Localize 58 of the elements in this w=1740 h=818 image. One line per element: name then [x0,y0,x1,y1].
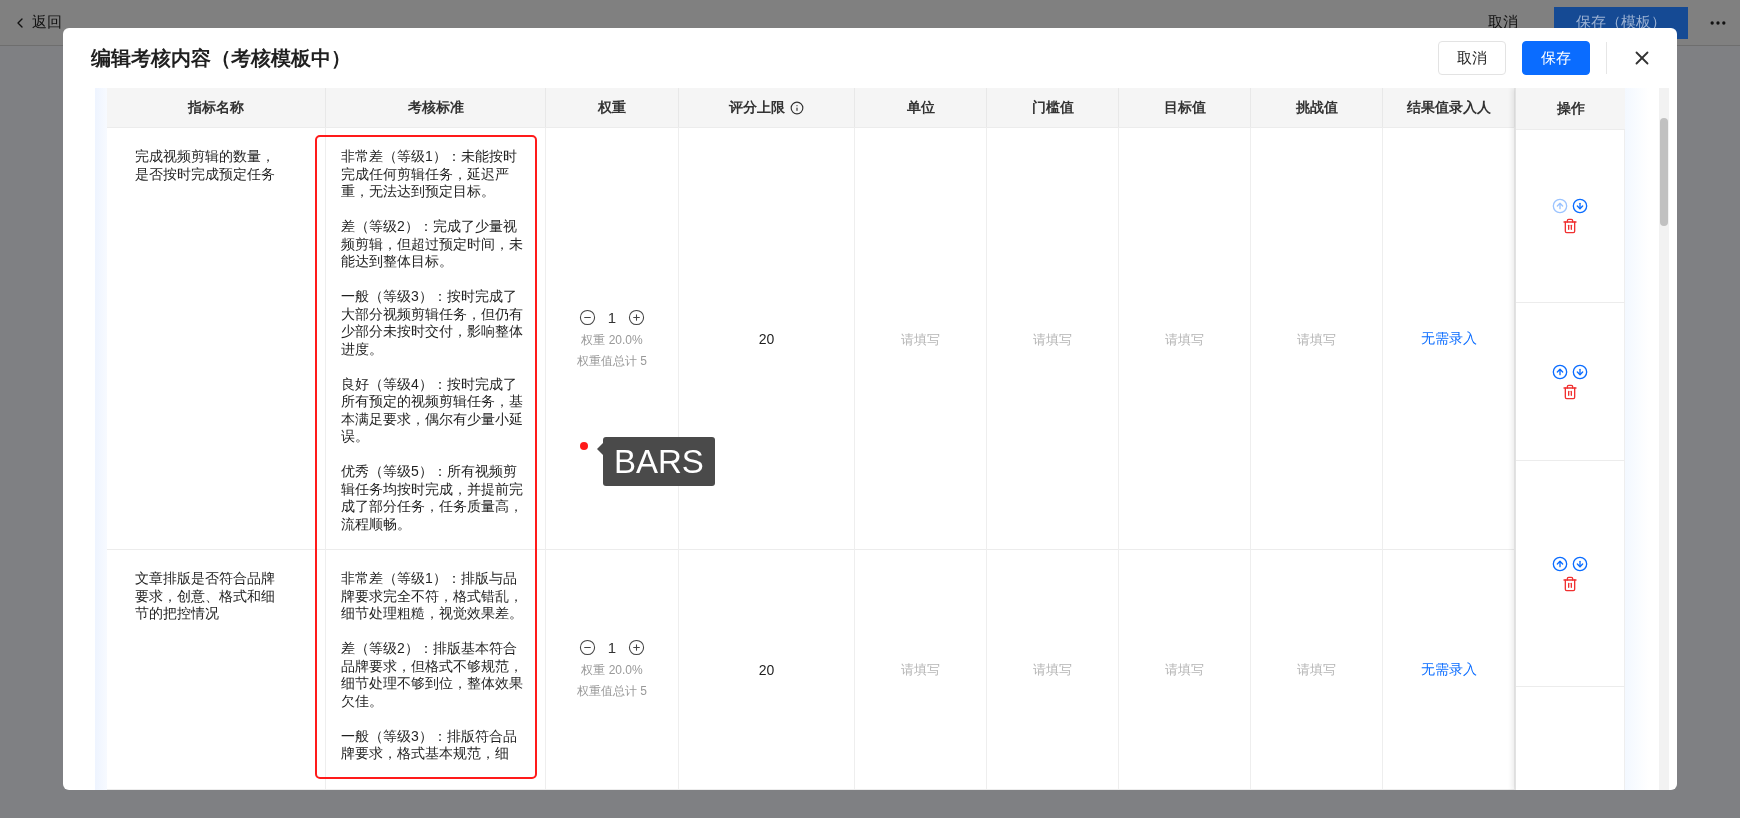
move-up-icon[interactable] [1552,363,1568,380]
input-field[interactable]: 请填写 [1007,330,1098,348]
column-header: 目标值 [1163,98,1206,117]
weight-value: 1 [607,308,617,326]
score-max-value: 20 [758,661,775,678]
minus-icon[interactable] [578,308,596,326]
weight-percent: 权重 20.0% [581,331,643,349]
weight-total: 权重值总计 5 [577,352,647,370]
column-header: 指标名称 [188,98,244,117]
delete-icon[interactable] [1562,218,1578,234]
column-header: 权重 [598,98,626,117]
info-icon[interactable] [790,100,804,115]
move-down-icon[interactable] [1572,363,1588,380]
indicator-name: 文章排版是否符合品牌要求，创意、格式和细节的把控情况 [135,570,276,623]
back-link[interactable]: 返回 [12,13,62,32]
weight-value: 1 [607,639,617,656]
no-entry-link[interactable]: 无需录入 [1420,660,1477,679]
input-field[interactable]: 请填写 [1139,330,1230,348]
plus-icon[interactable] [628,639,646,656]
delete-icon[interactable] [1562,383,1578,400]
no-entry-link[interactable]: 无需录入 [1420,330,1477,349]
input-field[interactable]: 请填写 [1007,661,1098,678]
criteria-paragraph: 一般（等级3）：按时完成了大部分视频剪辑任务，但仍有少部分未按时交付，影响整体进度。 [341,288,524,358]
input-field[interactable]: 请填写 [1271,661,1362,678]
save-button[interactable]: 保存 [1522,41,1590,75]
column-header: 操作 [1516,88,1625,130]
move-up-icon[interactable] [1552,555,1568,572]
input-field[interactable]: 请填写 [875,330,966,348]
criteria-paragraph: 非常差（等级1）：排版与品牌要求完全不符，格式错乱，细节处理粗糙，视觉效果差。 [341,570,524,623]
cancel-button[interactable]: 取消 [1438,41,1506,75]
column-header: 挑战值 [1295,98,1338,117]
weight-total: 权重值总计 5 [577,683,647,700]
criteria-paragraph: 优秀（等级5）：所有视频剪辑任务均按时完成，并提前完成了部分任务，任务质量高，流程顺畅。 [341,463,524,533]
dialog-title: 编辑考核内容（考核模板中） [91,45,352,71]
marker-dot [580,442,588,450]
column-header: 评分上限 [729,98,785,117]
delete-icon[interactable] [1562,575,1578,592]
indicator-name: 完成视频剪辑的数量，是否按时完成预定任务 [135,148,276,183]
column-header: 单位 [906,98,935,117]
input-field[interactable]: 请填写 [1139,661,1230,678]
input-field[interactable]: 请填写 [875,661,966,678]
score-max-value: 20 [758,331,775,348]
criteria-paragraph: 一般（等级3）：排版符合品牌要求，格式基本规范，细 [341,727,518,763]
column-header: 门槛值 [1031,98,1074,117]
input-field[interactable]: 请填写 [1271,330,1362,348]
minus-icon[interactable] [578,639,596,656]
criteria-paragraph: 非常差（等级1）：未能按时完成任何剪辑任务，延迟严重，无法达到预定目标。 [341,148,518,201]
criteria-paragraph: 差（等级2）：完成了少量视频剪辑，但超过预定时间，未能达到整体目标。 [341,218,524,271]
move-down-icon[interactable] [1572,198,1588,214]
scrollbar-thumb[interactable] [1660,118,1668,226]
plus-icon[interactable] [628,308,646,326]
weight-percent: 权重 20.0% [581,662,643,679]
criteria-paragraph: 差（等级2）：排版基本符合品牌要求，但格式不够规范，细节处理不够到位，整体效果欠佳。 [341,640,524,710]
criteria-paragraph: 良好（等级4）：按时完成了所有预定的视频剪辑任务，基本满足要求，偶尔有少量小延误。 [341,375,524,446]
annotation-tooltip: BARS [603,437,715,486]
column-header: 结果值录入人 [1406,98,1491,117]
column-header: 考核标准 [407,98,464,117]
move-down-icon[interactable] [1572,555,1588,572]
